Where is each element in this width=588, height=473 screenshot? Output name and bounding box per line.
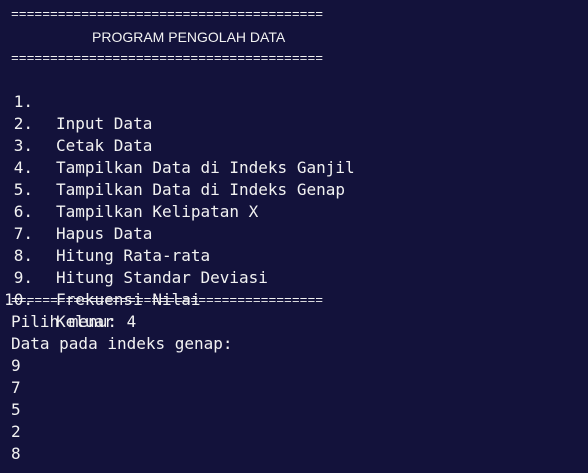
result-value: 7 bbox=[11, 378, 21, 397]
menu-item-hapus-data: 6. Hapus Data bbox=[11, 179, 571, 243]
program-title: PROGRAM PENGOLAH DATA bbox=[92, 29, 286, 45]
menu-item-frekuensi-nilai: 9. Frekuensi Nilai bbox=[11, 245, 571, 309]
menu-item-indeks-ganjil: 3. Tampilkan Data di Indeks Ganjil bbox=[11, 113, 571, 177]
terminal-output[interactable]: ========================================… bbox=[0, 0, 588, 473]
menu-item-keluar: 10. Keluar bbox=[4, 267, 571, 331]
menu-item-cetak-data: 2. Cetak Data bbox=[11, 91, 571, 155]
menu-item-input-data: 1. Input Data bbox=[11, 69, 571, 133]
separator-line: ======================================== bbox=[11, 293, 324, 308]
separator-line: ======================================== bbox=[11, 51, 324, 66]
result-value: 8 bbox=[11, 444, 21, 463]
result-value: 2 bbox=[11, 422, 21, 441]
result-value: 5 bbox=[11, 400, 21, 419]
menu-item-kelipatan-x: 5. Tampilkan Kelipatan X bbox=[11, 157, 571, 221]
menu-prompt: Pilih menu: 4 bbox=[11, 312, 137, 331]
menu-item-rata-rata: 7. Hitung Rata-rata bbox=[11, 201, 571, 265]
separator-line: ======================================== bbox=[11, 7, 324, 22]
menu-item-standar-deviasi: 8. Hitung Standar Deviasi bbox=[11, 223, 571, 287]
menu-item-indeks-genap: 4. Tampilkan Data di Indeks Genap bbox=[11, 135, 571, 199]
result-header: Data pada indeks genap: bbox=[11, 334, 233, 353]
result-value: 9 bbox=[11, 356, 21, 375]
